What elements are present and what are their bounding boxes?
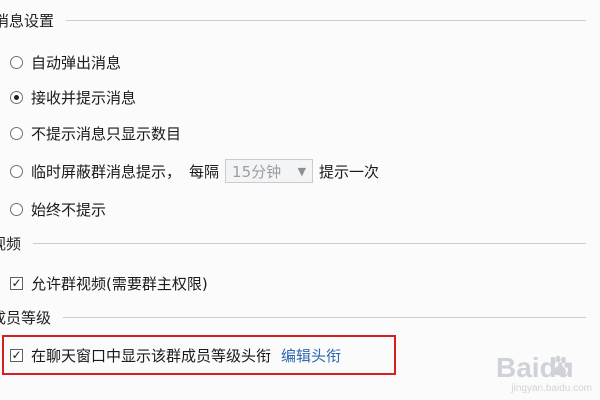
edit-title-link[interactable]: 编辑头衔 (281, 345, 341, 366)
option-label: 临时屏蔽群消息提示， (31, 162, 182, 181)
interval-suffix: 提示一次 (319, 162, 380, 181)
message-settings-header: 消息设置 (0, 8, 600, 32)
section-divider (66, 19, 586, 21)
interval-value: 15分钟 (232, 162, 282, 181)
paw-icon (550, 355, 569, 376)
option-label: 自动弹出消息 (31, 53, 122, 72)
option-label: 允许群视频(需要群主权限) (31, 274, 208, 293)
interval-label: 每隔 (189, 162, 220, 181)
option-label: 接收并提示消息 (31, 88, 137, 107)
radio-icon[interactable] (10, 90, 23, 104)
video-section-header: 视频 (0, 231, 600, 255)
chevron-down-icon: ▼ (297, 164, 307, 178)
radio-receive-notify[interactable]: 接收并提示消息 (10, 84, 136, 110)
option-label: 在聊天窗口中显示该群成员等级头衔 (31, 346, 272, 365)
radio-icon[interactable] (10, 55, 23, 69)
interval-select[interactable]: 15分钟 ▼ (225, 159, 314, 183)
radio-count-only[interactable]: 不提示消息只显示数目 (10, 120, 181, 146)
section-title: 消息设置 (0, 11, 55, 30)
option-label: 始终不提示 (31, 200, 107, 219)
radio-icon[interactable] (10, 126, 23, 140)
radio-never-notify[interactable]: 始终不提示 (10, 196, 106, 222)
watermark: Baidu jingyan.baidu.com (496, 352, 592, 394)
checkbox-icon[interactable]: ✓ (10, 276, 23, 290)
section-divider (63, 316, 586, 318)
section-divider (33, 242, 586, 244)
radio-temporary-mute[interactable]: 临时屏蔽群消息提示， 每隔 15分钟 ▼ 提示一次 (10, 158, 379, 184)
checkbox-allow-video[interactable]: ✓ 允许群视频(需要群主权限) (10, 270, 208, 296)
radio-auto-popup[interactable]: 自动弹出消息 (10, 49, 121, 75)
radio-icon[interactable] (10, 164, 23, 178)
checkbox-icon[interactable]: ✓ (10, 348, 23, 362)
section-title: 成员等级 (0, 308, 52, 327)
option-label: 不提示消息只显示数目 (31, 124, 182, 143)
watermark-url: jingyan.baidu.com (511, 383, 592, 394)
radio-icon[interactable] (10, 202, 23, 216)
section-title: 视频 (0, 234, 22, 253)
checkbox-show-member-title[interactable]: ✓ 在聊天窗口中显示该群成员等级头衔 编辑头衔 (10, 342, 341, 368)
member-level-section-header: 成员等级 (0, 305, 600, 329)
